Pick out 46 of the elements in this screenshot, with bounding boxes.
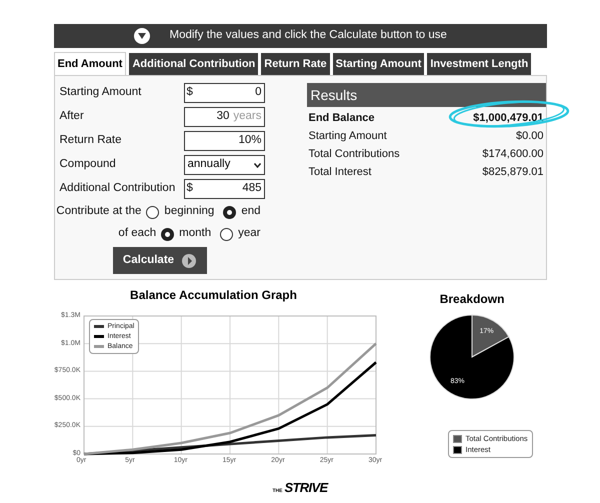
radio-group-label: of each: [118, 226, 156, 242]
radio-option[interactable]: month: [161, 225, 212, 243]
field-label: After: [60, 109, 84, 124]
radio-button[interactable]: [220, 228, 234, 240]
compound-select[interactable]: annually: [184, 155, 264, 175]
legend-swatch: [452, 446, 462, 454]
play-icon: [182, 254, 196, 268]
field-label: Additional Contribution: [60, 181, 176, 196]
header-text: Modify the values and click the Calculate button to use: [170, 28, 447, 44]
radio-button[interactable]: [161, 228, 174, 240]
radio-option[interactable]: year: [220, 225, 260, 243]
chart-title: Balance Accumulation Graph: [130, 287, 297, 304]
collapse-icon[interactable]: [134, 28, 150, 44]
radio-option[interactable]: beginning: [146, 203, 214, 221]
results-header: Results: [306, 83, 546, 107]
chart-title: Breakdown: [440, 291, 504, 308]
field-label: Return Rate: [60, 133, 122, 148]
legend-swatch: [94, 325, 104, 328]
input-field[interactable]: 30 years: [184, 107, 264, 127]
result-label: Total Contributions: [308, 146, 400, 162]
field-label: Starting Amount: [60, 85, 142, 100]
field-label: Compound: [60, 157, 116, 172]
calculate-button[interactable]: Calculate: [112, 247, 206, 274]
tab[interactable]: Investment Length: [427, 53, 532, 75]
result-value: $1,000,479.01: [473, 110, 544, 126]
tab[interactable]: End Amount: [54, 52, 126, 75]
result-label: End Balance: [308, 110, 375, 126]
tab[interactable]: Return Rate: [261, 53, 330, 75]
result-value: $174,600.00: [482, 146, 544, 162]
tab[interactable]: Additional Contribution: [129, 53, 258, 75]
chevron-icon: [254, 162, 260, 168]
input-field[interactable]: $ 485: [184, 179, 264, 199]
input-field[interactable]: 10%: [184, 131, 264, 151]
legend-swatch: [94, 335, 104, 338]
result-label: Starting Amount: [308, 128, 387, 144]
radio-button[interactable]: [223, 206, 236, 218]
input-field[interactable]: $ 0: [184, 83, 264, 103]
radio-option[interactable]: end: [223, 203, 260, 221]
radio-group-label: Contribute at the: [56, 204, 142, 220]
result-value: $825,879.01: [482, 164, 544, 180]
result-value: $0.00: [516, 128, 544, 144]
legend-swatch: [452, 434, 462, 442]
radio-button[interactable]: [146, 206, 160, 218]
legend-swatch: [94, 345, 104, 348]
result-label: Total Interest: [308, 164, 372, 180]
tab[interactable]: Starting Amount: [332, 53, 424, 75]
